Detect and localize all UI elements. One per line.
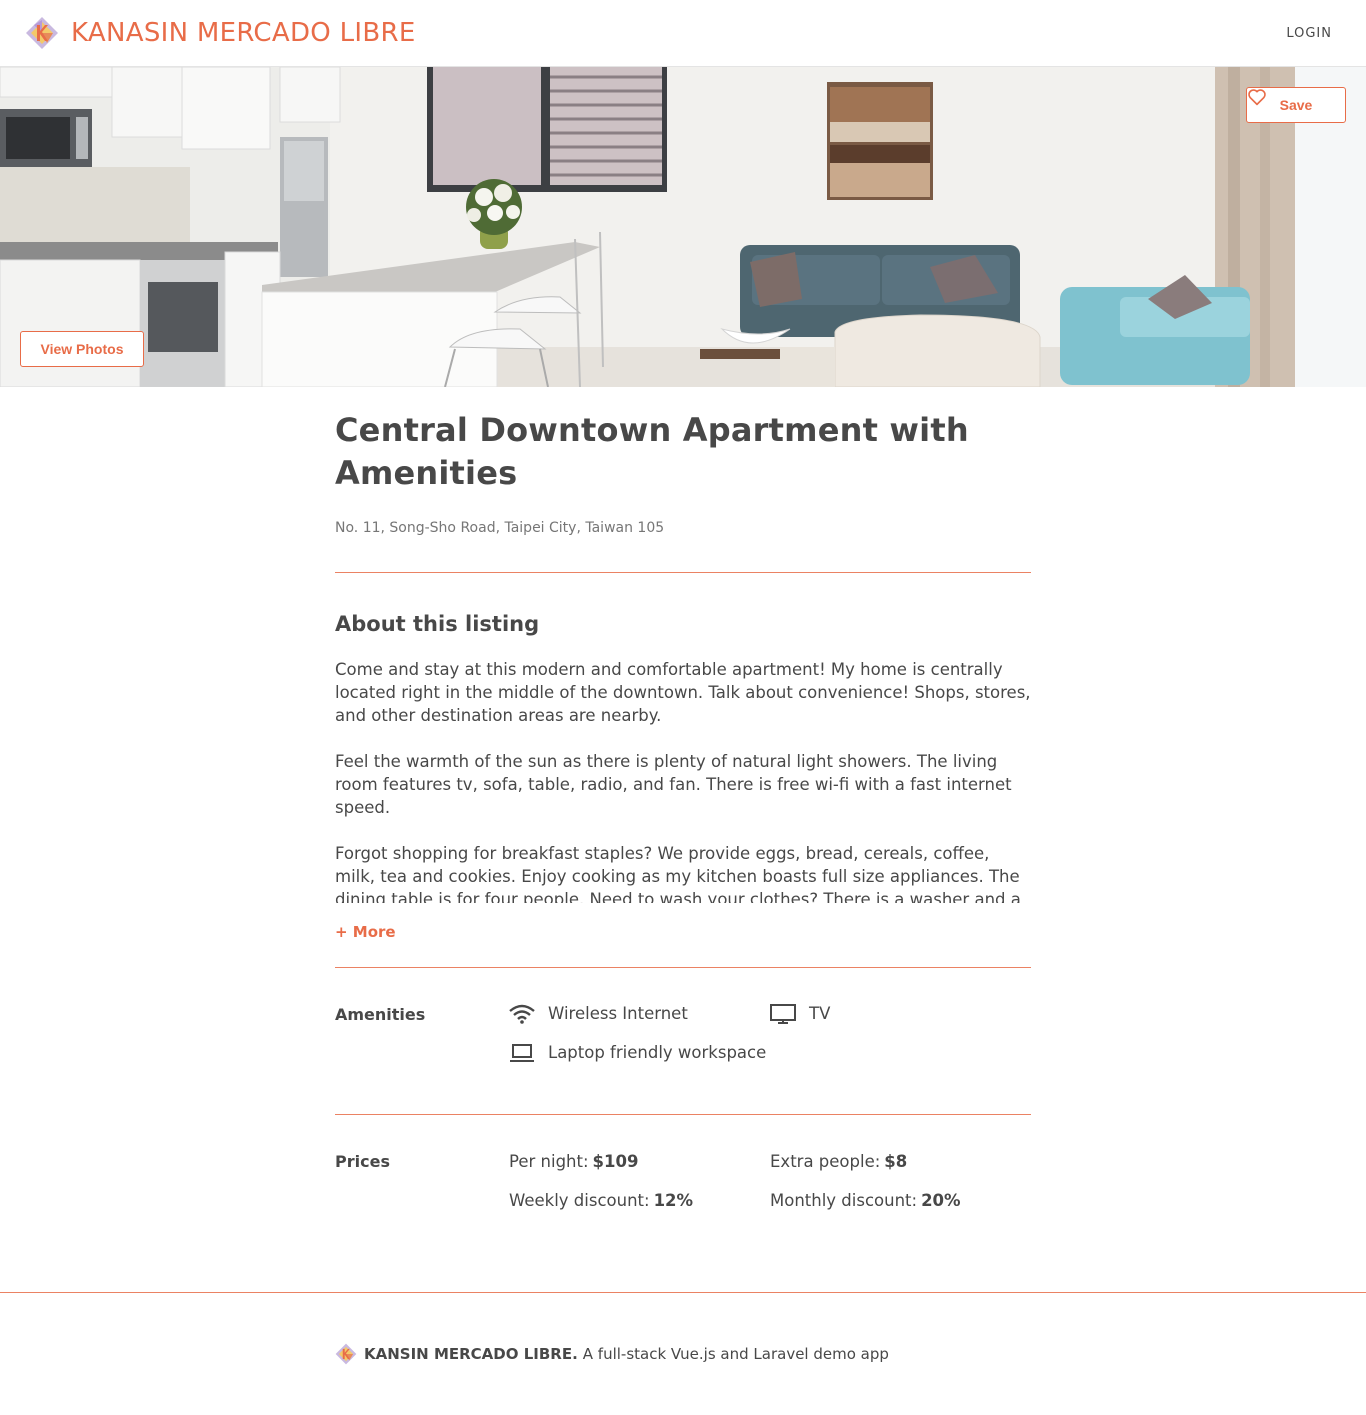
price-value: 20% — [921, 1191, 961, 1210]
logo-icon — [335, 1343, 357, 1365]
more-link[interactable]: + More — [335, 922, 396, 942]
tv-icon — [770, 1003, 796, 1025]
footer-tagline: A full-stack Vue.js and Laravel demo app — [582, 1345, 889, 1363]
top-navbar: KANASIN MERCADO LIBRE LOGIN — [0, 0, 1366, 67]
divider — [335, 572, 1031, 573]
footer: KANSIN MERCADO LIBRE. A full-stack Vue.j… — [335, 1343, 889, 1365]
price-label: Per night: — [509, 1152, 589, 1171]
price-item: Weekly discount: 12% — [509, 1190, 693, 1212]
heart-icon — [1248, 89, 1266, 106]
about-heading: About this listing — [335, 612, 540, 636]
amenity-item: Laptop friendly workspace — [509, 1042, 766, 1064]
price-value: 12% — [653, 1191, 694, 1210]
hero-image[interactable]: Save View Photos — [0, 67, 1366, 387]
price-item: Monthly discount: 20% — [770, 1190, 961, 1212]
save-label: Save — [1279, 97, 1313, 113]
logo-icon — [26, 17, 58, 49]
prices-label: Prices — [335, 1152, 390, 1171]
about-paragraph: Come and stay at this modern and comfort… — [335, 660, 1031, 725]
login-link[interactable]: LOGIN — [1286, 25, 1332, 43]
amenities-label: Amenities — [335, 1005, 426, 1024]
amenity-label: TV — [809, 1004, 831, 1023]
footer-divider — [0, 1292, 1366, 1293]
wifi-icon — [509, 1003, 535, 1025]
brand-title[interactable]: KANASIN MERCADO LIBRE — [71, 16, 416, 50]
apartment-photo — [0, 67, 1366, 387]
footer-brand: KANSIN MERCADO LIBRE. — [364, 1345, 578, 1363]
laptop-icon — [509, 1042, 535, 1064]
price-label: Weekly discount: — [509, 1191, 650, 1210]
listing-title: Central Downtown Apartment with Amenitie… — [335, 411, 969, 492]
price-value: $8 — [884, 1152, 908, 1171]
save-button[interactable]: Save — [1246, 87, 1346, 123]
price-value: $109 — [592, 1152, 639, 1171]
price-label: Extra people: — [770, 1152, 881, 1171]
prices-section: Prices Per night: $109 Extra people: $8 We… — [335, 1115, 1031, 1279]
view-photos-button[interactable]: View Photos — [20, 331, 144, 367]
listing-content: Central Downtown Apartment with Amenitie… — [335, 387, 1031, 1279]
listing-address: No. 11, Song-Sho Road, Taipei City, Taiw… — [335, 520, 665, 536]
amenity-item: Wireless Internet — [509, 1003, 688, 1025]
amenities-section: Amenities Wireless Internet TV Laptop fr… — [335, 968, 1031, 1114]
amenity-label: Wireless Internet — [548, 1004, 688, 1023]
about-paragraph: Forgot shopping for breakfast staples? W… — [335, 844, 1021, 903]
price-label: Monthly discount: — [770, 1191, 918, 1210]
about-paragraph: Feel the warmth of the sun as there is p… — [335, 752, 1012, 817]
about-description: Come and stay at this modern and comfort… — [335, 658, 1031, 903]
amenity-item: TV — [770, 1003, 830, 1025]
price-item: Extra people: $8 — [770, 1151, 907, 1173]
amenity-label: Laptop friendly workspace — [548, 1043, 767, 1062]
price-item: Per night: $109 — [509, 1151, 638, 1173]
